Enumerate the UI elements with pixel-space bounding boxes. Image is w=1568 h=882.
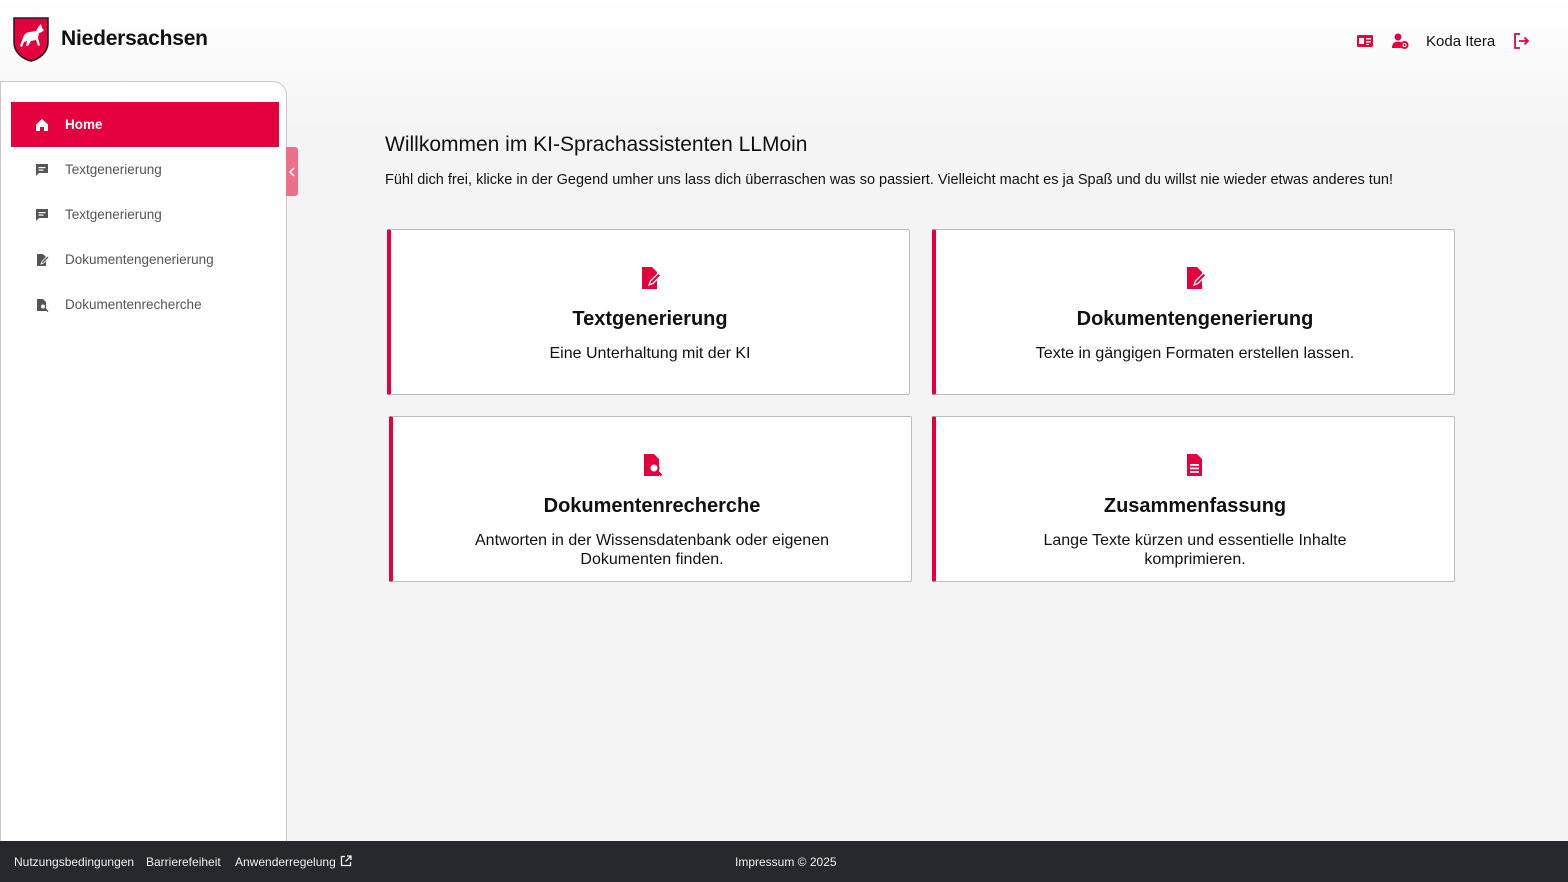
card-zusammenfassung[interactable]: Zusammenfassung Lange Texte kürzen und e… xyxy=(932,416,1455,582)
sidebar-item-label: Textgenerierung xyxy=(65,162,162,177)
sidebar-item-dokumentengenerierung[interactable]: Dokumentengenerierung xyxy=(11,237,279,282)
sidebar-item-home[interactable]: Home xyxy=(11,102,279,147)
sidebar-item-label: Dokumentenrecherche xyxy=(65,297,202,312)
home-icon xyxy=(35,118,49,132)
page-title: Willkommen im KI-Sprachassistenten LLMoi… xyxy=(385,133,808,156)
document-edit-icon xyxy=(1187,267,1206,289)
sidebar-item-textgenerierung[interactable]: Textgenerierung xyxy=(11,147,279,192)
card-description: Antworten in der Wissensdatenbank oder e… xyxy=(475,532,829,568)
brand-name: Niedersachsen xyxy=(61,27,208,50)
sidebar-item-label: Dokumentengenerierung xyxy=(65,252,214,267)
card-dokumentenrecherche[interactable]: Dokumentenrecherche Antworten in der Wis… xyxy=(389,416,912,582)
user-name[interactable]: Koda Itera xyxy=(1426,33,1495,50)
chat-icon xyxy=(35,208,49,222)
card-title: Dokumentengenerierung xyxy=(1076,308,1314,330)
footer-link-nutzungsbedingungen[interactable]: Nutzungsbedingungen xyxy=(14,855,134,869)
footer-impressum[interactable]: Impressum © 2025 xyxy=(735,855,837,869)
id-card-icon[interactable] xyxy=(1356,32,1374,50)
sidebar-item-dokumentenrecherche[interactable]: Dokumentenrecherche xyxy=(11,282,279,327)
card-description: Texte in gängigen Formaten erstellen las… xyxy=(1035,345,1355,362)
sidebar: Home Textgenerierung Textgenerierung Dok… xyxy=(0,81,287,842)
chevron-left-icon xyxy=(288,166,295,177)
footer-link-anwenderregelung[interactable]: Anwenderregelung xyxy=(235,855,336,869)
card-title: Dokumentenrecherche xyxy=(543,495,761,517)
card-title: Zusammenfassung xyxy=(1103,495,1287,517)
page-intro: Fühl dich frei, klicke in der Gegend umh… xyxy=(385,172,1393,188)
document-edit-icon xyxy=(642,267,661,289)
app-header: Niedersachsen Koda Itera xyxy=(0,0,1568,82)
sidebar-collapse-button[interactable] xyxy=(286,147,298,196)
sidebar-item-textgenerierung-2[interactable]: Textgenerierung xyxy=(11,192,279,237)
logout-icon[interactable] xyxy=(1512,32,1530,50)
document-search-icon xyxy=(35,298,49,312)
external-link-icon[interactable] xyxy=(340,855,352,867)
document-search-icon xyxy=(644,454,663,477)
document-text-icon xyxy=(1187,454,1202,476)
sidebar-item-label: Textgenerierung xyxy=(65,207,162,222)
user-gear-icon[interactable] xyxy=(1391,32,1409,50)
document-edit-icon xyxy=(35,253,49,267)
card-title: Textgenerierung xyxy=(572,308,728,330)
sidebar-item-label: Home xyxy=(65,117,103,132)
card-description: Lange Texte kürzen und essentielle Inhal… xyxy=(1043,532,1347,568)
niedersachsen-logo[interactable] xyxy=(12,16,50,62)
chat-icon xyxy=(35,163,49,177)
card-textgenerierung[interactable]: Textgenerierung Eine Unterhaltung mit de… xyxy=(387,229,910,395)
footer-link-barrierefreiheit[interactable]: Barrierefeiheit xyxy=(146,855,221,869)
card-dokumentengenerierung[interactable]: Dokumentengenerierung Texte in gängigen … xyxy=(932,229,1455,395)
footer: Nutzungsbedingungen Barrierefeiheit Anwe… xyxy=(0,841,1568,882)
card-description: Eine Unterhaltung mit der KI xyxy=(549,345,751,362)
